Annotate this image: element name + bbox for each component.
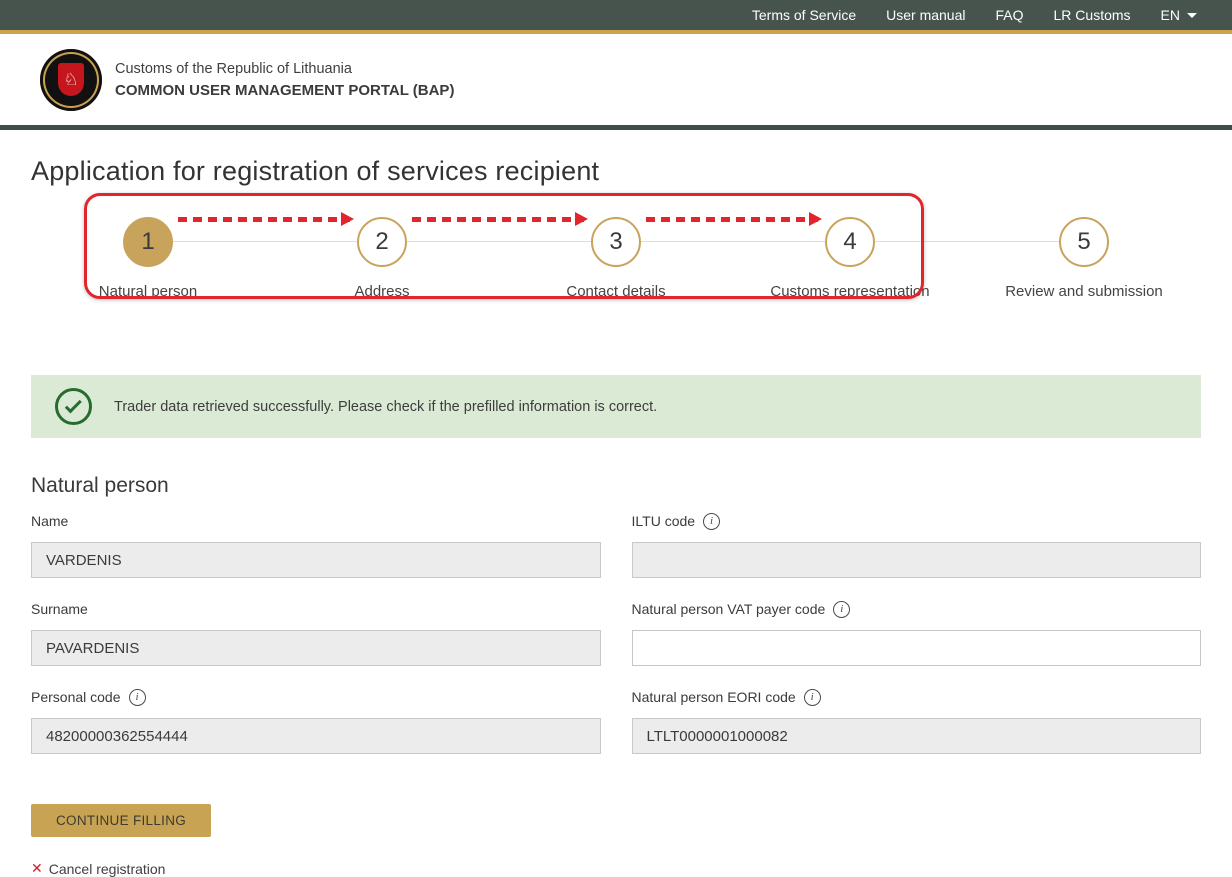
continue-filling-button[interactable]: CONTINUE FILLING	[31, 804, 211, 837]
step-label-1: Natural person	[99, 283, 197, 300]
field-label-eori-code: Natural person EORI code i	[632, 688, 1202, 706]
step-circle-2[interactable]: 2	[357, 217, 407, 267]
cancel-registration-label: Cancel registration	[49, 861, 166, 877]
lithuania-customs-logo: ♘	[40, 49, 102, 111]
step-label-2: Address	[354, 283, 409, 300]
field-personal-code: Personal code i	[31, 688, 601, 754]
step-review-submission: 5 Review and submission	[967, 193, 1201, 300]
iltu-code-input	[632, 542, 1202, 578]
step-label-3: Contact details	[566, 283, 665, 300]
link-user-manual[interactable]: User manual	[871, 0, 980, 30]
topbar: Terms of Service User manual FAQ LR Cust…	[0, 0, 1232, 34]
main-content: Application for registration of services…	[0, 156, 1232, 877]
info-icon[interactable]: i	[129, 689, 146, 706]
step-circle-4[interactable]: 4	[825, 217, 875, 267]
success-alert: Trader data retrieved successfully. Plea…	[31, 375, 1201, 438]
step-contact-details: 3 Contact details	[499, 193, 733, 300]
chevron-down-icon	[1187, 13, 1197, 18]
form-grid: Name ILTU code i Surname Natural person …	[31, 512, 1201, 754]
step-address: 2 Address	[265, 193, 499, 300]
eori-code-input	[632, 718, 1202, 754]
page-title: Application for registration of services…	[31, 156, 1201, 187]
info-icon[interactable]: i	[703, 513, 720, 530]
step-customs-representation: 4 Customs representation	[733, 193, 967, 300]
step-circle-5[interactable]: 5	[1059, 217, 1109, 267]
field-vat-payer-code: Natural person VAT payer code i	[632, 600, 1202, 666]
surname-input	[31, 630, 601, 666]
personal-code-input	[31, 718, 601, 754]
field-label-iltu-code: ILTU code i	[632, 512, 1202, 530]
field-name: Name	[31, 512, 601, 578]
success-check-icon	[55, 388, 92, 425]
logo-shield-knight-icon: ♘	[58, 63, 84, 96]
wizard-stepper: 1 Natural person 2 Address 3 Contact det…	[31, 193, 1201, 363]
link-lr-customs[interactable]: LR Customs	[1039, 0, 1146, 30]
step-label-5: Review and submission	[1005, 283, 1163, 300]
field-label-personal-code: Personal code i	[31, 688, 601, 706]
cancel-x-icon: ✕	[31, 860, 43, 877]
language-label: EN	[1161, 7, 1180, 23]
step-natural-person: 1 Natural person	[31, 193, 265, 300]
steps-row: 1 Natural person 2 Address 3 Contact det…	[31, 193, 1201, 300]
link-faq[interactable]: FAQ	[981, 0, 1039, 30]
cancel-registration-link[interactable]: ✕ Cancel registration	[31, 860, 165, 877]
field-label-name: Name	[31, 512, 601, 530]
step-circle-3[interactable]: 3	[591, 217, 641, 267]
info-icon[interactable]: i	[804, 689, 821, 706]
info-icon[interactable]: i	[833, 601, 850, 618]
org-name: Customs of the Republic of Lithuania	[115, 61, 454, 77]
step-circle-1[interactable]: 1	[123, 217, 173, 267]
header-text: Customs of the Republic of Lithuania COM…	[115, 61, 454, 99]
field-surname: Surname	[31, 600, 601, 666]
name-input	[31, 542, 601, 578]
section-title-natural-person: Natural person	[31, 474, 1201, 498]
step-label-4: Customs representation	[770, 283, 929, 300]
link-terms-of-service[interactable]: Terms of Service	[737, 0, 871, 30]
field-label-surname: Surname	[31, 600, 601, 618]
field-label-vat-payer-code: Natural person VAT payer code i	[632, 600, 1202, 618]
language-dropdown[interactable]: EN	[1146, 0, 1212, 30]
field-eori-code: Natural person EORI code i	[632, 688, 1202, 754]
header: ♘ Customs of the Republic of Lithuania C…	[0, 34, 1232, 130]
vat-payer-code-input[interactable]	[632, 630, 1202, 666]
field-iltu-code: ILTU code i	[632, 512, 1202, 578]
portal-name: COMMON USER MANAGEMENT PORTAL (BAP)	[115, 82, 454, 99]
success-alert-message: Trader data retrieved successfully. Plea…	[114, 399, 657, 415]
